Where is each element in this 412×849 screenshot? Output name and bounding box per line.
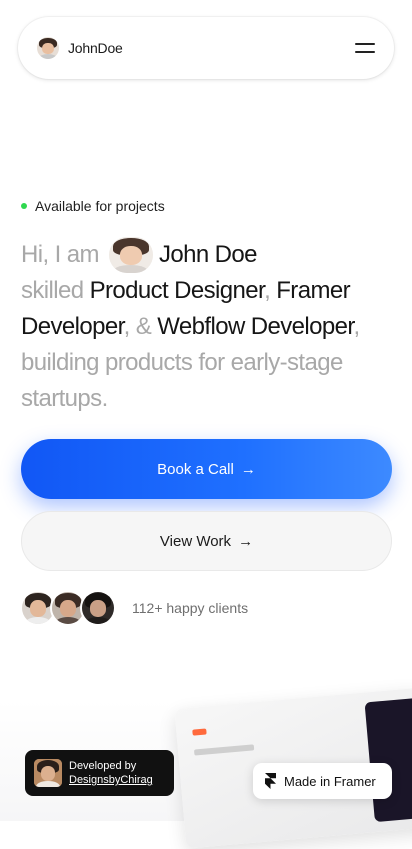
book-call-button[interactable]: Book a Call → <box>21 439 392 499</box>
hero-heading: Hi, I am John Doe skilled Product Design… <box>21 237 401 417</box>
made-in-framer-label: Made in Framer <box>284 773 376 789</box>
hero-greeting: Hi, I am <box>21 241 99 268</box>
client-avatar <box>80 590 116 626</box>
availability-status: Available for projects <box>21 198 165 214</box>
view-work-button[interactable]: View Work → <box>21 511 392 571</box>
top-nav: JohnDoe <box>18 17 394 79</box>
framer-icon <box>265 773 276 789</box>
role-separator-1: , <box>264 277 271 304</box>
role-framer-developer: Developer <box>21 313 124 340</box>
made-in-framer-badge[interactable]: Made in Framer <box>253 763 392 799</box>
developed-by-label: Developed by <box>69 760 137 772</box>
role-webflow-developer: Webflow Developer <box>157 313 354 340</box>
arrow-right-icon: → <box>240 460 256 478</box>
role-separator-2: , & <box>123 313 152 340</box>
view-work-label: View Work <box>159 532 232 550</box>
hero-skilled: skilled <box>21 277 84 304</box>
happy-clients: 112+ happy clients <box>20 590 248 626</box>
clients-count: 112+ happy clients <box>132 600 249 616</box>
brand-avatar[interactable] <box>37 37 59 59</box>
hero-tagline-2: startups. <box>21 385 108 412</box>
role-framer: Framer <box>276 277 350 304</box>
brand-name[interactable]: JohnDoe <box>68 40 123 56</box>
status-dot-icon <box>21 203 27 209</box>
hamburger-icon[interactable] <box>354 40 376 56</box>
hero-tagline-1: building products for early-stage <box>21 349 343 376</box>
developer-link[interactable]: DesignsbyChirag <box>69 773 153 787</box>
book-call-label: Book a Call <box>157 460 234 478</box>
status-text: Available for projects <box>35 198 165 214</box>
hero-avatar <box>108 237 153 273</box>
developer-avatar <box>34 759 62 787</box>
arrow-right-icon: → <box>238 532 254 550</box>
role-separator-3: , <box>353 313 360 340</box>
hero-name: John Doe <box>158 241 258 268</box>
role-product-designer: Product Designer <box>89 277 265 304</box>
developed-by-badge[interactable]: Developed by DesignsbyChirag <box>25 750 174 796</box>
